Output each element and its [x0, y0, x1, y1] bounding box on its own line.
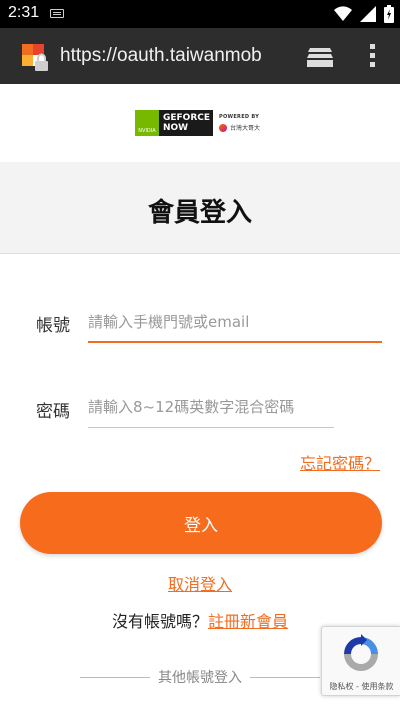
other-login-divider: 其他帳號登入	[80, 666, 320, 688]
login-button[interactable]: 登入	[20, 492, 382, 554]
recaptcha-badge[interactable]: 隐私权 - 使用条款	[321, 626, 400, 696]
status-time: 2:31	[8, 4, 40, 21]
overflow-menu-icon[interactable]	[368, 44, 376, 70]
site-lock-icon[interactable]	[22, 44, 50, 72]
register-link[interactable]: 註冊新會員	[208, 612, 288, 631]
keyboard-icon	[50, 9, 64, 18]
account-field-wrap	[88, 303, 382, 343]
signal-icon	[360, 6, 376, 22]
nvidia-mark: NVIDIA	[135, 110, 159, 136]
recaptcha-links[interactable]: 隐私权 - 使用条款	[322, 681, 400, 692]
status-icons	[334, 4, 394, 24]
brand-logo-icon	[219, 123, 227, 132]
browser-toolbar: https://oauth.taiwanmob	[0, 28, 400, 84]
wifi-icon	[334, 6, 352, 22]
password-label: 密碼	[36, 402, 70, 422]
recaptcha-icon	[344, 634, 378, 671]
cancel-login-link: 取消登入	[0, 571, 400, 595]
cancel-login-text[interactable]: 取消登入	[168, 575, 232, 594]
no-account-text: 沒有帳號嗎？	[111, 612, 208, 631]
password-field-wrap	[88, 388, 334, 428]
brand-name: 台灣大哥大	[230, 125, 261, 132]
tabs-icon[interactable]	[306, 46, 334, 68]
product-line2: NOW	[163, 123, 189, 133]
forgot-password-link[interactable]: 忘記密碼？	[300, 450, 380, 474]
geforce-now-text: GEFORCE NOW	[159, 110, 213, 136]
battery-icon	[384, 5, 394, 23]
divider-line-left	[80, 676, 150, 678]
account-label: 帳號	[36, 316, 70, 336]
logo-area: NVIDIA GEFORCE NOW POWERED BY 台灣大哥大	[0, 84, 400, 162]
divider-line-right	[250, 676, 320, 678]
nvidia-badge: NVIDIA GEFORCE NOW	[135, 110, 213, 136]
account-input[interactable]	[88, 303, 382, 341]
status-bar: 2:31	[0, 0, 400, 28]
powered-by: POWERED BY 台灣大哥大	[219, 110, 260, 136]
page-title: 會員登入	[147, 198, 252, 228]
powered-by-label: POWERED BY	[219, 114, 260, 120]
geforce-now-logo: NVIDIA GEFORCE NOW POWERED BY 台灣大哥大	[135, 110, 265, 136]
title-band: 會員登入	[0, 162, 400, 254]
url-bar[interactable]: https://oauth.taiwanmob	[60, 45, 262, 67]
product-line1: GEFORCE	[163, 113, 211, 123]
brand: 台灣大哥大	[219, 123, 260, 132]
other-login-label: 其他帳號登入	[158, 670, 242, 686]
password-input[interactable]	[88, 388, 334, 426]
